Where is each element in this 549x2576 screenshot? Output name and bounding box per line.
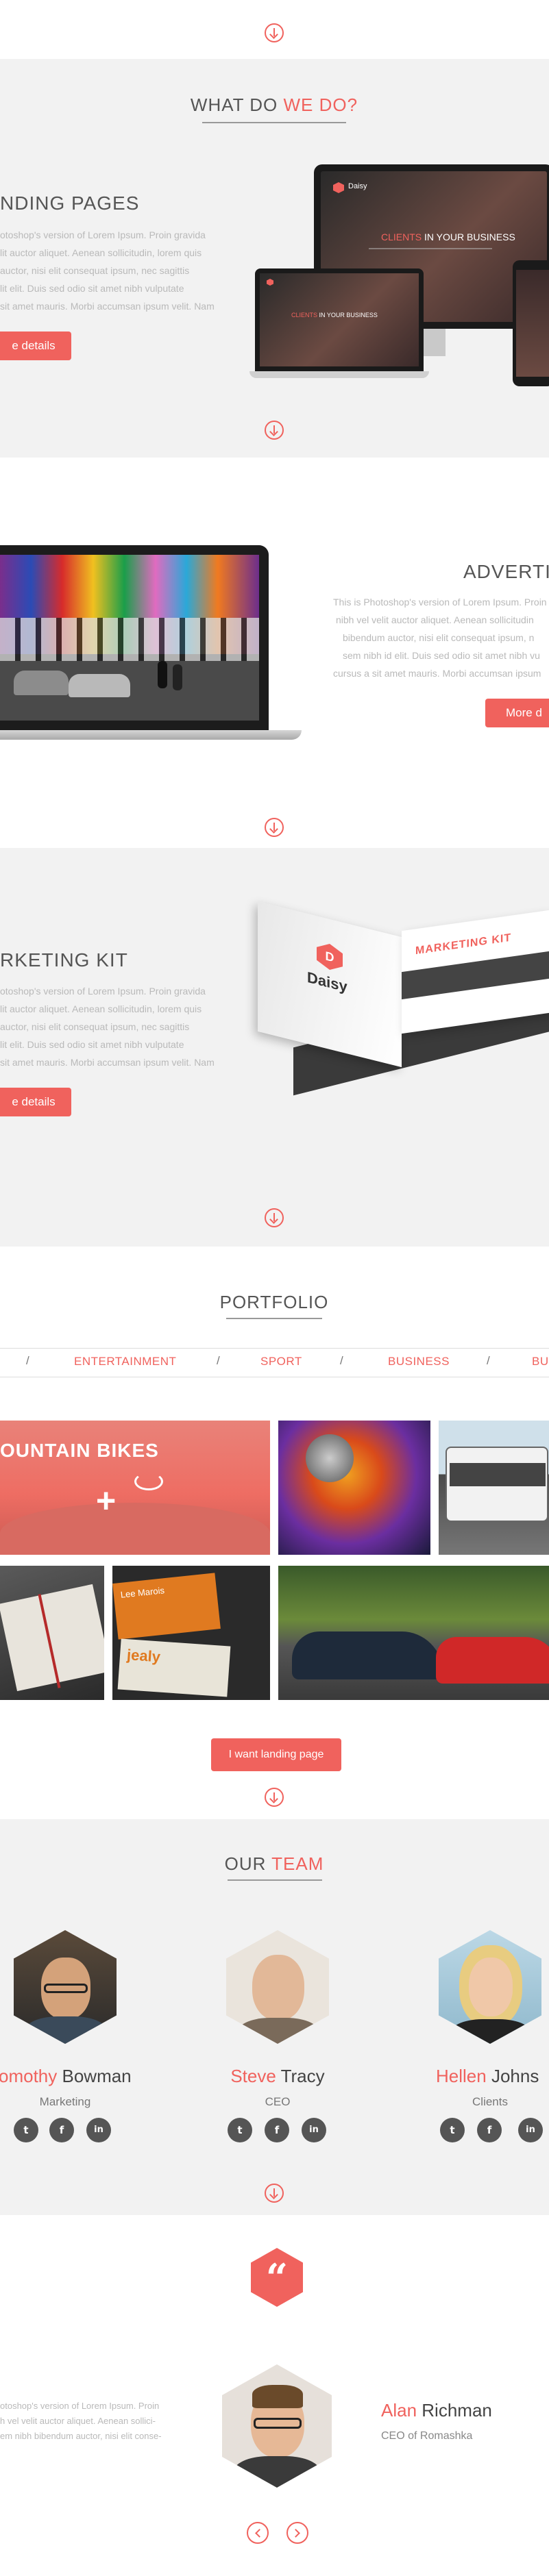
section-title: OUR TEAM [224,1853,324,1874]
portfolio-tile-cars[interactable] [278,1566,549,1700]
linkedin-icon[interactable]: in [86,2118,111,2142]
testimonial-text: otoshop's version of Lorem Ipsum. Proin … [0,2401,162,2441]
filter-divider [0,1348,549,1349]
filter-separator: / [340,1354,343,1367]
logo-icon: D [317,940,343,973]
title-underline [202,122,346,123]
feature-description: This is Photoshop's version of Lorem Ips… [333,597,547,679]
portfolio-section: PORTFOLIO / ENTERTAINMENT / SPORT / BUSI… [0,1247,549,1819]
portfolio-tile-mountain-bikes[interactable]: OUNTAIN BIKES + [0,1421,270,1555]
laptop-base [0,730,302,740]
landing-page-cta-button[interactable]: I want landing page [211,1738,341,1771]
plus-icon: + [96,1481,117,1520]
team-member-name: omothy Bowman [0,2066,132,2086]
arrow-down-circle-icon[interactable] [265,23,284,42]
testimonial-author-role: CEO of Romashka [381,2430,473,2442]
testimonial-avatar [222,2364,332,2488]
more-details-button[interactable]: More d [485,699,549,727]
linkedin-icon[interactable]: in [302,2118,326,2142]
team-member-role: CEO [265,2095,291,2108]
quote-icon: “ [251,2248,303,2307]
portfolio-tile-card-box[interactable] [0,1566,104,1700]
filter-separator: / [26,1354,29,1367]
team-section: OUR TEAM omothy Bowman Marketing t f in … [0,1819,549,2215]
title-underline [228,1879,322,1881]
twitter-icon[interactable]: t [228,2118,252,2142]
team-member-role: Clients [472,2095,508,2108]
testimonial-author: Alan Richman [381,2400,492,2421]
feature-description: otoshop's version of Lorem Ipsum. Proin … [0,986,215,1068]
filter-business[interactable]: BUSINESS [388,1355,450,1368]
more-details-button[interactable]: e details [0,332,71,360]
arrow-down-circle-icon[interactable] [265,818,284,837]
chevron-left-icon[interactable] [247,2522,269,2544]
marketing-kit-section: RKETING KIT otoshop's version of Lorem I… [0,848,549,1247]
book-right-page: MARKETING KIT [402,910,549,1034]
facebook-icon[interactable]: f [49,2118,74,2142]
title-underline [226,1318,322,1319]
section-title: PORTFOLIO [219,1292,329,1312]
devices-mockup: Daisy CLIENTS IN YOUR BUSINESS CLIENTS I… [249,164,549,452]
marketing-kit-book: D Daisy MARKETING KIT [251,901,549,1096]
portfolio-tile-space[interactable] [278,1421,430,1555]
graffiti-image [0,555,259,721]
laptop-mockup [0,545,269,730]
team-member-name: Hellen Johns [436,2066,539,2086]
arrow-down-circle-icon[interactable] [265,1208,284,1227]
twitter-icon[interactable]: t [440,2118,465,2142]
feature-title: RKETING KIT [0,949,128,971]
laptop-base [249,371,429,378]
chevron-right-icon[interactable] [286,2522,308,2544]
team-member-name: Steve Tracy [230,2066,325,2086]
linkedin-icon[interactable]: in [518,2118,543,2142]
arrow-down-circle-icon[interactable] [265,2184,284,2203]
feature-title: NDING PAGES [0,192,140,214]
facebook-icon[interactable]: f [477,2118,502,2142]
more-details-button[interactable]: e details [0,1088,71,1116]
laptop-screen: CLIENTS IN YOUR BUSINESS [255,268,424,371]
section-title: WHAT DO WE DO? [190,95,358,115]
bike-icon [134,1473,163,1490]
book-left-page: D Daisy [258,901,402,1068]
landing-pages-section: WHAT DO WE DO? NDING PAGES otoshop's ver… [0,59,549,458]
team-avatar [439,1930,541,2044]
facebook-icon[interactable]: f [265,2118,289,2142]
filter-separator: / [217,1354,220,1367]
filter-sport[interactable]: SPORT [260,1355,302,1368]
team-avatar [14,1930,117,2044]
feature-description: otoshop's version of Lorem Ipsum. Proin … [0,229,215,312]
arrow-down-circle-icon[interactable] [265,421,284,440]
feature-title: ADVERTIS [463,561,549,582]
portfolio-tile-business-cards[interactable]: Lee Marois jealy [112,1566,270,1700]
advertising-section: ADVERTIS This is Photoshop's version of … [0,458,549,848]
team-avatar [226,1930,329,2044]
filter-separator: / [487,1354,490,1367]
filter-entertainment[interactable]: ENTERTAINMENT [74,1355,176,1368]
portfolio-tile-bus[interactable] [439,1421,549,1555]
phone-mockup [513,260,549,386]
testimonial-section: “ otoshop's version of Lorem Ipsum. Proi… [0,2215,549,2576]
arrow-down-circle-icon[interactable] [265,1788,284,1807]
filter-more[interactable]: BU [532,1355,549,1368]
twitter-icon[interactable]: t [14,2118,38,2142]
team-member-role: Marketing [39,2095,91,2108]
